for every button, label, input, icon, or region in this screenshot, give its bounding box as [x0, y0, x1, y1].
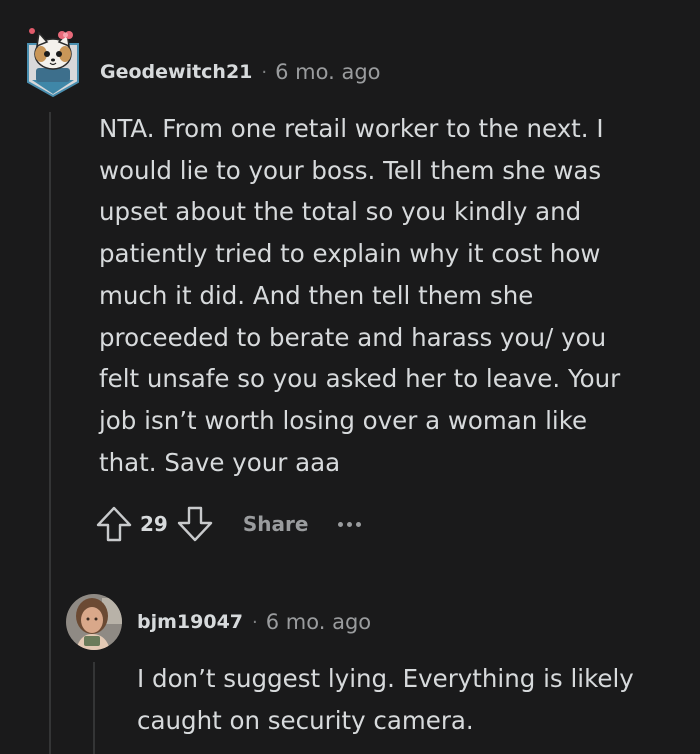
cat-snoo-avatar-icon[interactable]: [24, 24, 82, 98]
upvote-icon[interactable]: [94, 504, 134, 544]
meta-separator: ·: [261, 61, 268, 83]
reply-body: I don’t suggest lying. Everything is lik…: [137, 664, 634, 735]
thread-line[interactable]: [49, 112, 51, 754]
downvote-icon[interactable]: [175, 504, 215, 544]
reply-thread-line[interactable]: [93, 662, 95, 754]
reply-meta: bjm19047 · 6 mo. ago: [137, 608, 371, 636]
user-photo-avatar-icon[interactable]: [66, 594, 122, 650]
comment-timestamp[interactable]: 6 mo. ago: [275, 60, 380, 84]
comment-author[interactable]: Geodewitch21: [100, 61, 252, 83]
reply-timestamp[interactable]: 6 mo. ago: [266, 610, 371, 634]
reply-author[interactable]: bjm19047: [137, 611, 243, 633]
share-button[interactable]: Share: [243, 512, 309, 536]
vote-count: 29: [140, 512, 168, 536]
meta-separator: ·: [252, 611, 258, 633]
more-options-icon[interactable]: [338, 514, 362, 534]
comment-body: NTA. From one retail worker to the next.…: [99, 114, 621, 477]
comment-meta: Geodewitch21 · 6 mo. ago: [100, 58, 381, 86]
comment-action-bar: 29 Share: [94, 502, 362, 546]
